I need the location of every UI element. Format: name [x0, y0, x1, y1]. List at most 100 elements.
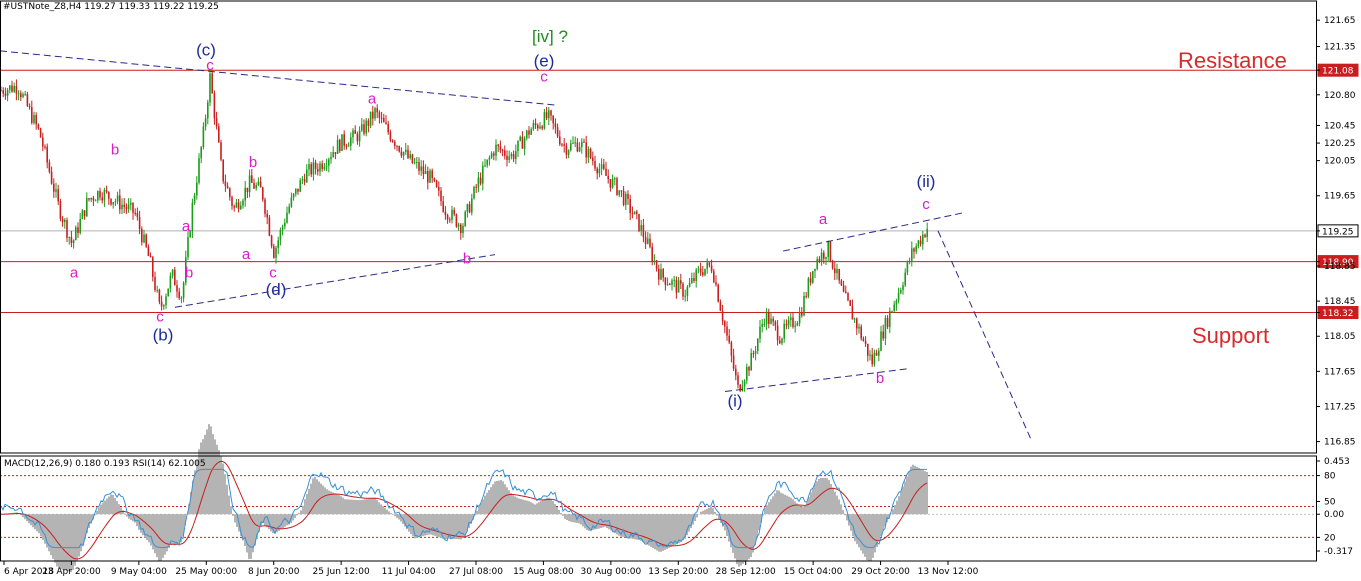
candle-body	[427, 171, 429, 183]
candle-body	[356, 133, 359, 142]
candle-body	[532, 123, 535, 130]
x-tick-label: 15 Oct 04:00	[784, 567, 843, 577]
candle-body	[530, 129, 532, 135]
candle-body	[671, 280, 673, 285]
candle-body	[658, 268, 660, 280]
symbol-header: #USTNote_Z8,H4 119.27 119.33 119.22 119.…	[3, 2, 219, 12]
candle-body	[86, 198, 88, 217]
candle-body	[801, 312, 803, 316]
candle-body	[477, 177, 480, 188]
candle-body	[655, 260, 658, 269]
candle-body	[849, 300, 851, 306]
candle-body	[831, 260, 834, 269]
candle-body	[618, 190, 620, 195]
candle-body	[598, 168, 601, 174]
y-tick-label: 119.65	[1324, 192, 1356, 202]
candle-body	[92, 197, 95, 201]
candle-body	[772, 318, 774, 322]
candle-body	[713, 271, 715, 283]
candle-body	[156, 289, 158, 291]
candle-body	[130, 202, 132, 205]
candle-body	[499, 146, 502, 151]
candle-body	[301, 179, 304, 181]
candle-body	[585, 142, 587, 158]
candle-body	[919, 240, 922, 245]
candle-body	[299, 180, 301, 192]
candle-body	[721, 310, 724, 322]
candle-body	[255, 185, 257, 189]
candle-body	[823, 252, 825, 259]
candle-body	[785, 323, 788, 326]
wave-label: c	[922, 196, 930, 213]
candle-body	[517, 140, 519, 152]
candle-body	[237, 202, 240, 210]
candle-body	[757, 338, 759, 351]
y-tick-label: 121.35	[1324, 42, 1356, 52]
candle-body	[625, 193, 627, 205]
candle-body	[673, 279, 675, 281]
candle-body	[631, 213, 634, 215]
candle-body	[653, 260, 656, 262]
candle-body	[39, 128, 42, 138]
candle-body	[57, 189, 59, 202]
candle-body	[444, 211, 447, 216]
candle-body	[319, 163, 321, 172]
candle-body	[488, 157, 491, 160]
candle-body	[83, 210, 86, 217]
candle-body	[460, 224, 462, 234]
candle-body	[409, 154, 411, 158]
candle-body	[442, 201, 444, 212]
wave-label: a	[182, 218, 191, 235]
candle-body	[20, 93, 22, 98]
candle-body	[754, 350, 757, 354]
candle-body	[807, 278, 810, 297]
candle-body	[629, 198, 631, 214]
candle-body	[834, 268, 836, 274]
candle-body	[765, 311, 768, 324]
candle-body	[211, 73, 213, 94]
indicator-y-tick-label: 80	[1324, 472, 1336, 482]
candle-body	[759, 326, 761, 339]
candle-body	[169, 275, 172, 289]
candle-body	[768, 311, 770, 324]
candle-body	[526, 130, 528, 139]
candle-body	[9, 85, 11, 90]
candle-body	[127, 204, 130, 209]
y-tick-label: 120.25	[1324, 139, 1356, 149]
x-tick-label: 30 Aug 00:00	[581, 567, 642, 577]
candle-body	[798, 312, 801, 324]
candle-body	[119, 195, 121, 210]
candle-body	[796, 323, 799, 326]
candle-body	[244, 187, 246, 201]
candle-body	[220, 142, 222, 160]
candle-body	[24, 94, 26, 96]
candle-body	[90, 197, 92, 200]
candle-body	[715, 282, 717, 285]
candle-body	[383, 118, 385, 123]
candle-body	[556, 127, 559, 137]
candle-body	[402, 152, 405, 156]
candle-body	[48, 162, 51, 172]
candle-body	[35, 115, 37, 125]
candle-body	[55, 189, 57, 192]
candle-body	[218, 126, 220, 143]
candle-body	[68, 237, 70, 239]
candle-body	[187, 236, 189, 258]
candle-body	[396, 145, 398, 147]
price-chart[interactable]: 121.08119.25118.90118.32 (c)c[iv] ?(e)ca…	[0, 0, 1361, 581]
candle-body	[853, 318, 856, 320]
candle-body	[902, 285, 904, 290]
y-tick-label: 120.05	[1324, 157, 1356, 167]
candle-body	[886, 317, 889, 327]
candle-body	[26, 94, 29, 106]
candle-body	[4, 93, 7, 96]
candle-body	[680, 280, 682, 284]
candle-body	[706, 262, 708, 269]
candle-body	[378, 112, 381, 118]
candle-body	[215, 118, 218, 127]
candle-body	[574, 142, 576, 144]
support-label: Support	[1192, 323, 1270, 348]
candle-body	[856, 318, 858, 329]
candle-body	[563, 144, 565, 146]
candle-body	[354, 130, 356, 134]
